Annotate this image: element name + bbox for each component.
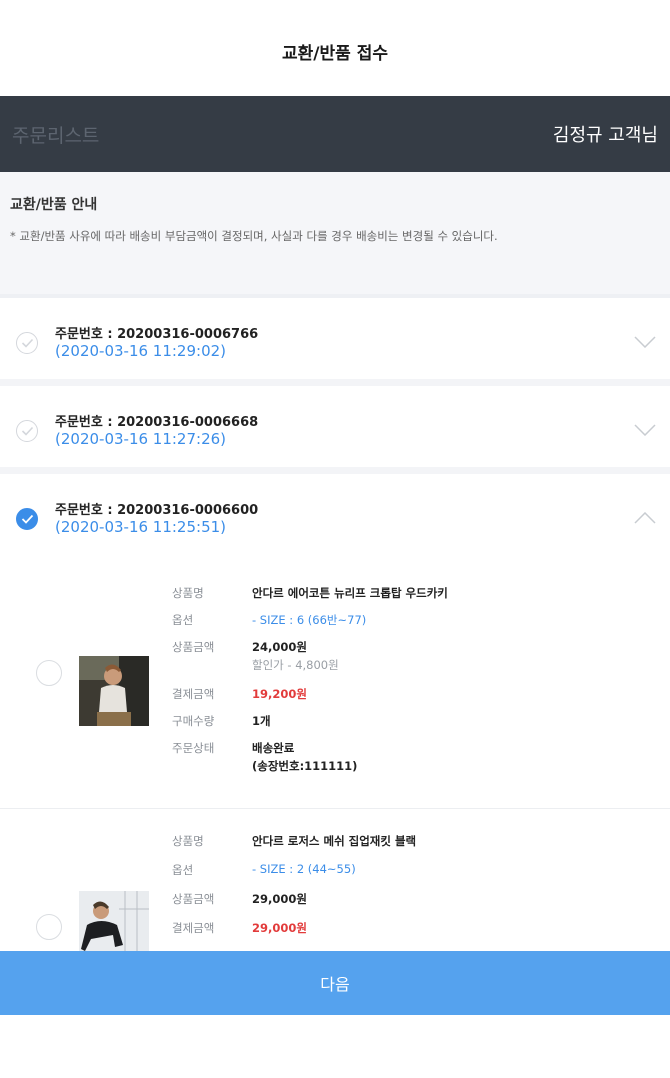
option-label: 옵션 [172, 613, 194, 627]
order-checkbox[interactable] [16, 332, 38, 354]
customer-bar: 주문리스트 김정규 고객님 [0, 96, 670, 172]
return-notice: 교환/반품 안내 * 교환/반품 사유에 따라 배송비 부담금액이 결정되며, … [0, 172, 670, 298]
check-icon [21, 338, 34, 348]
product-photo-image [79, 656, 149, 726]
chevron-down-icon[interactable] [634, 424, 656, 436]
product-thumbnail [79, 656, 149, 726]
notice-text: * 교환/반품 사유에 따라 배송비 부담금액이 결정되며, 사실과 다를 경우… [10, 229, 498, 243]
price-label: 상품금액 [172, 892, 215, 906]
status-label: 주문상태 [172, 741, 215, 755]
product-name-label: 상품명 [172, 834, 204, 848]
product-item: 상품명 안다르 로저스 메쉬 집업재킷 블랙 옵션 - SIZE : 2 (44~5… [0, 808, 670, 968]
payment-label: 결제금액 [172, 687, 215, 701]
product-checkbox[interactable] [36, 914, 62, 940]
order-number: 주문번호 : 20200316-0006668 [55, 415, 259, 430]
order-date: (2020-03-16 11:29:02) [55, 342, 227, 360]
order-status-cell: 배송완료 (송장번호:111111) [252, 740, 448, 780]
product-price-cell: 24,000원할인가 - 4,800원 [252, 639, 448, 686]
product-checkbox[interactable] [36, 660, 62, 686]
payment-label: 결제금액 [172, 921, 215, 935]
order-checkbox-checked[interactable] [16, 508, 38, 530]
product-item: 상품명 안다르 에어코튼 뉴리프 크롭탑 우드카키 옵션 - SIZE : 6 (6… [0, 562, 670, 808]
order-list-label: 주문리스트 [12, 124, 100, 147]
tracking-number: (송장번호:111111) [252, 759, 358, 773]
chevron-up-icon[interactable] [634, 512, 656, 524]
price-label: 상품금액 [172, 640, 215, 654]
discount-price: 할인가 - 4,800원 [252, 658, 339, 672]
order-number: 주문번호 : 20200316-0006766 [55, 327, 259, 342]
order-number: 주문번호 : 20200316-0006600 [55, 503, 259, 518]
product-price: 29,000원 [252, 892, 307, 906]
product-name: 안다르 로저스 메쉬 집업재킷 블랙 [252, 834, 417, 848]
product-option: - SIZE : 2 (44~55) [252, 862, 356, 876]
check-icon [21, 426, 34, 436]
chevron-down-icon[interactable] [634, 336, 656, 348]
option-label: 옵션 [172, 863, 194, 877]
order-item-expanded[interactable]: 주문번호 : 20200316-0006600 (2020-03-16 11:2… [0, 474, 670, 968]
payment-amount: 19,200원 [252, 687, 307, 701]
check-icon [21, 514, 34, 524]
order-item[interactable]: 주문번호 : 20200316-0006766 (2020-03-16 11:2… [0, 298, 670, 386]
product-name-label: 상품명 [172, 586, 204, 600]
product-price: 24,000원 [252, 640, 307, 654]
customer-name: 김정규 고객님 [552, 125, 658, 146]
purchase-quantity: 1개 [252, 714, 271, 728]
order-date: (2020-03-16 11:25:51) [55, 518, 227, 536]
product-detail-table: 상품명 안다르 에어코튼 뉴리프 크롭탑 우드카키 옵션 - SIZE : 6 (6… [172, 585, 448, 780]
order-date: (2020-03-16 11:27:26) [55, 430, 227, 448]
payment-amount: 29,000원 [252, 921, 307, 935]
notice-title: 교환/반품 안내 [10, 197, 98, 213]
product-detail-table: 상품명 안다르 로저스 메쉬 집업재킷 블랙 옵션 - SIZE : 2 (44~5… [172, 833, 416, 949]
product-name: 안다르 에어코튼 뉴리프 크롭탑 우드카키 [252, 586, 448, 600]
order-checkbox[interactable] [16, 420, 38, 442]
page-header: 교환/반품 접수 [0, 0, 670, 96]
order-item[interactable]: 주문번호 : 20200316-0006668 (2020-03-16 11:2… [0, 386, 670, 474]
order-status: 배송완료 [252, 741, 295, 755]
product-option: - SIZE : 6 (66반~77) [252, 613, 367, 627]
page-title: 교환/반품 접수 [282, 43, 388, 64]
next-button[interactable]: 다음 [0, 951, 670, 1015]
quantity-label: 구매수량 [172, 714, 215, 728]
